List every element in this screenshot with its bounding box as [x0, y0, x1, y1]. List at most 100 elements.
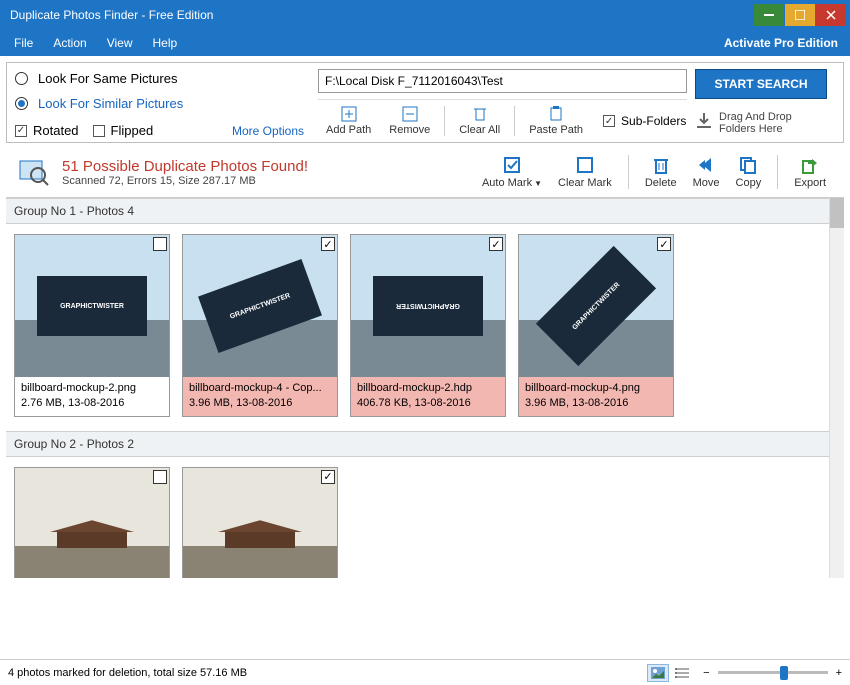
- thumbnail-info: billboard-mockup-4 - Cop...3.96 MB, 13-0…: [183, 377, 337, 416]
- result-title: 51 Possible Duplicate Photos Found!: [62, 158, 308, 175]
- titlebar: Duplicate Photos Finder - Free Edition: [0, 0, 850, 30]
- checkbox-rotated[interactable]: ✓ Rotated: [15, 123, 79, 138]
- options-panel: Look For Same Pictures Look For Similar …: [6, 62, 844, 143]
- search-options: Look For Same Pictures Look For Similar …: [15, 69, 310, 138]
- thumbnail-checkbox[interactable]: ✓: [657, 237, 671, 251]
- move-button[interactable]: Move: [685, 153, 728, 191]
- thumbnail[interactable]: GRAPHICTWISTER✓billboard-mockup-4 - Cop.…: [182, 234, 338, 417]
- thumbnail-image: ✓: [183, 468, 337, 578]
- paste-path-button[interactable]: Paste Path: [521, 104, 591, 138]
- menu-view[interactable]: View: [97, 32, 143, 54]
- view-toggle: [647, 664, 693, 682]
- window-title: Duplicate Photos Finder - Free Edition: [0, 8, 754, 22]
- zoom-slider[interactable]: [718, 671, 828, 674]
- result-bar: 51 Possible Duplicate Photos Found! Scan…: [6, 149, 844, 198]
- thumbnail[interactable]: [14, 467, 170, 578]
- download-icon: [695, 111, 713, 135]
- zoom-control: − +: [703, 667, 842, 679]
- delete-button[interactable]: Delete: [637, 153, 685, 191]
- remove-path-button[interactable]: Remove: [381, 104, 438, 138]
- thumbnail-image: [15, 468, 169, 578]
- thumbnail-checkbox[interactable]: [153, 470, 167, 484]
- copy-icon: [738, 155, 758, 175]
- thumbnail[interactable]: GRAPHICTWISTER✓billboard-mockup-4.png3.9…: [518, 234, 674, 417]
- checkbox-icon: [93, 125, 105, 137]
- thumbnail-view-button[interactable]: [647, 664, 669, 682]
- thumbnail-meta: 406.78 KB, 13-08-2016: [357, 396, 499, 411]
- radio-icon: [15, 97, 28, 110]
- copy-button[interactable]: Copy: [728, 153, 770, 191]
- thumbnail-info: billboard-mockup-2.png2.76 MB, 13-08-201…: [15, 377, 169, 416]
- list-view-button[interactable]: [671, 664, 693, 682]
- drag-drop-hint: Drag And Drop Folders Here: [695, 105, 835, 135]
- thumbnail-checkbox[interactable]: ✓: [321, 237, 335, 251]
- trash-icon: [472, 106, 488, 122]
- thumbnail-checkbox[interactable]: ✓: [321, 470, 335, 484]
- flipped-label: Flipped: [111, 123, 154, 138]
- thumbnail-filename: billboard-mockup-4 - Cop...: [189, 381, 331, 396]
- thumbnail[interactable]: ✓: [182, 467, 338, 578]
- menu-help[interactable]: Help: [143, 32, 188, 54]
- clear-mark-button[interactable]: Clear Mark: [550, 153, 620, 191]
- activate-pro-link[interactable]: Activate Pro Edition: [724, 36, 846, 50]
- trash-icon: [651, 155, 671, 175]
- export-button[interactable]: Export: [786, 153, 834, 191]
- radio-icon: [15, 72, 28, 85]
- close-button[interactable]: [816, 4, 846, 26]
- auto-mark-button[interactable]: Auto Mark▼: [474, 153, 550, 191]
- clear-all-button[interactable]: Clear All: [451, 104, 508, 138]
- thumbnail-icon: [651, 667, 665, 679]
- empty-square-icon: [575, 155, 595, 175]
- thumbnail-row: GRAPHICTWISTERbillboard-mockup-2.png2.76…: [6, 224, 844, 431]
- magnifier-photo-icon: [16, 156, 52, 188]
- thumbnail-image: GRAPHICTWISTER✓: [351, 235, 505, 377]
- thumbnail[interactable]: GRAPHICTWISTER✓billboard-mockup-2.hdp406…: [350, 234, 506, 417]
- scrollbar[interactable]: [829, 198, 844, 578]
- export-icon: [800, 155, 820, 175]
- right-column: START SEARCH Drag And Drop Folders Here: [695, 69, 835, 138]
- result-subtitle: Scanned 72, Errors 15, Size 287.17 MB: [62, 175, 308, 187]
- maximize-button[interactable]: [785, 4, 815, 26]
- start-search-button[interactable]: START SEARCH: [695, 69, 827, 99]
- more-options-link[interactable]: More Options: [232, 124, 310, 138]
- thumbnail-image: GRAPHICTWISTER✓: [183, 235, 337, 377]
- scrollbar-thumb[interactable]: [830, 198, 844, 228]
- checkbox-subfolders[interactable]: ✓ Sub-Folders: [603, 114, 686, 128]
- zoom-out-button[interactable]: −: [703, 667, 709, 679]
- menu-file[interactable]: File: [4, 32, 43, 54]
- thumbnail-meta: 3.96 MB, 13-08-2016: [525, 396, 667, 411]
- menubar: File Action View Help Activate Pro Editi…: [0, 30, 850, 56]
- thumbnail-filename: billboard-mockup-2.png: [21, 381, 163, 396]
- status-text: 4 photos marked for deletion, total size…: [8, 667, 247, 679]
- radio-same-label: Look For Same Pictures: [38, 71, 177, 86]
- zoom-in-button[interactable]: +: [836, 667, 842, 679]
- thumbnail-filename: billboard-mockup-2.hdp: [357, 381, 499, 396]
- check-square-icon: [502, 155, 522, 175]
- minus-icon: [402, 106, 418, 122]
- minimize-button[interactable]: [754, 4, 784, 26]
- rotated-label: Rotated: [33, 123, 79, 138]
- thumbnail-info: billboard-mockup-2.hdp406.78 KB, 13-08-2…: [351, 377, 505, 416]
- list-icon: [675, 667, 689, 679]
- chevron-down-icon: ▼: [534, 179, 542, 188]
- menu-action[interactable]: Action: [43, 32, 96, 54]
- checkbox-flipped[interactable]: Flipped: [93, 123, 154, 138]
- thumbnail-checkbox[interactable]: ✓: [489, 237, 503, 251]
- zoom-slider-thumb[interactable]: [780, 666, 788, 680]
- group-header[interactable]: Group No 2 - Photos 2: [6, 431, 844, 457]
- plus-icon: [341, 106, 357, 122]
- forward-icon: [696, 155, 716, 175]
- thumbnail-meta: 2.76 MB, 13-08-2016: [21, 396, 163, 411]
- thumbnail-image: GRAPHICTWISTER: [15, 235, 169, 377]
- add-path-button[interactable]: Add Path: [318, 104, 379, 138]
- thumbnail[interactable]: GRAPHICTWISTERbillboard-mockup-2.png2.76…: [14, 234, 170, 417]
- path-list[interactable]: F:\Local Disk F_7112016043\Test: [318, 69, 687, 93]
- checkbox-icon: ✓: [15, 125, 27, 137]
- group-header[interactable]: Group No 1 - Photos 4: [6, 198, 844, 224]
- radio-same-pictures[interactable]: Look For Same Pictures: [15, 69, 310, 88]
- thumbnail-checkbox[interactable]: [153, 237, 167, 251]
- radio-similar-pictures[interactable]: Look For Similar Pictures: [15, 94, 310, 113]
- path-column: F:\Local Disk F_7112016043\Test Add Path…: [318, 69, 687, 138]
- thumbnail-meta: 3.96 MB, 13-08-2016: [189, 396, 331, 411]
- clipboard-icon: [548, 106, 564, 122]
